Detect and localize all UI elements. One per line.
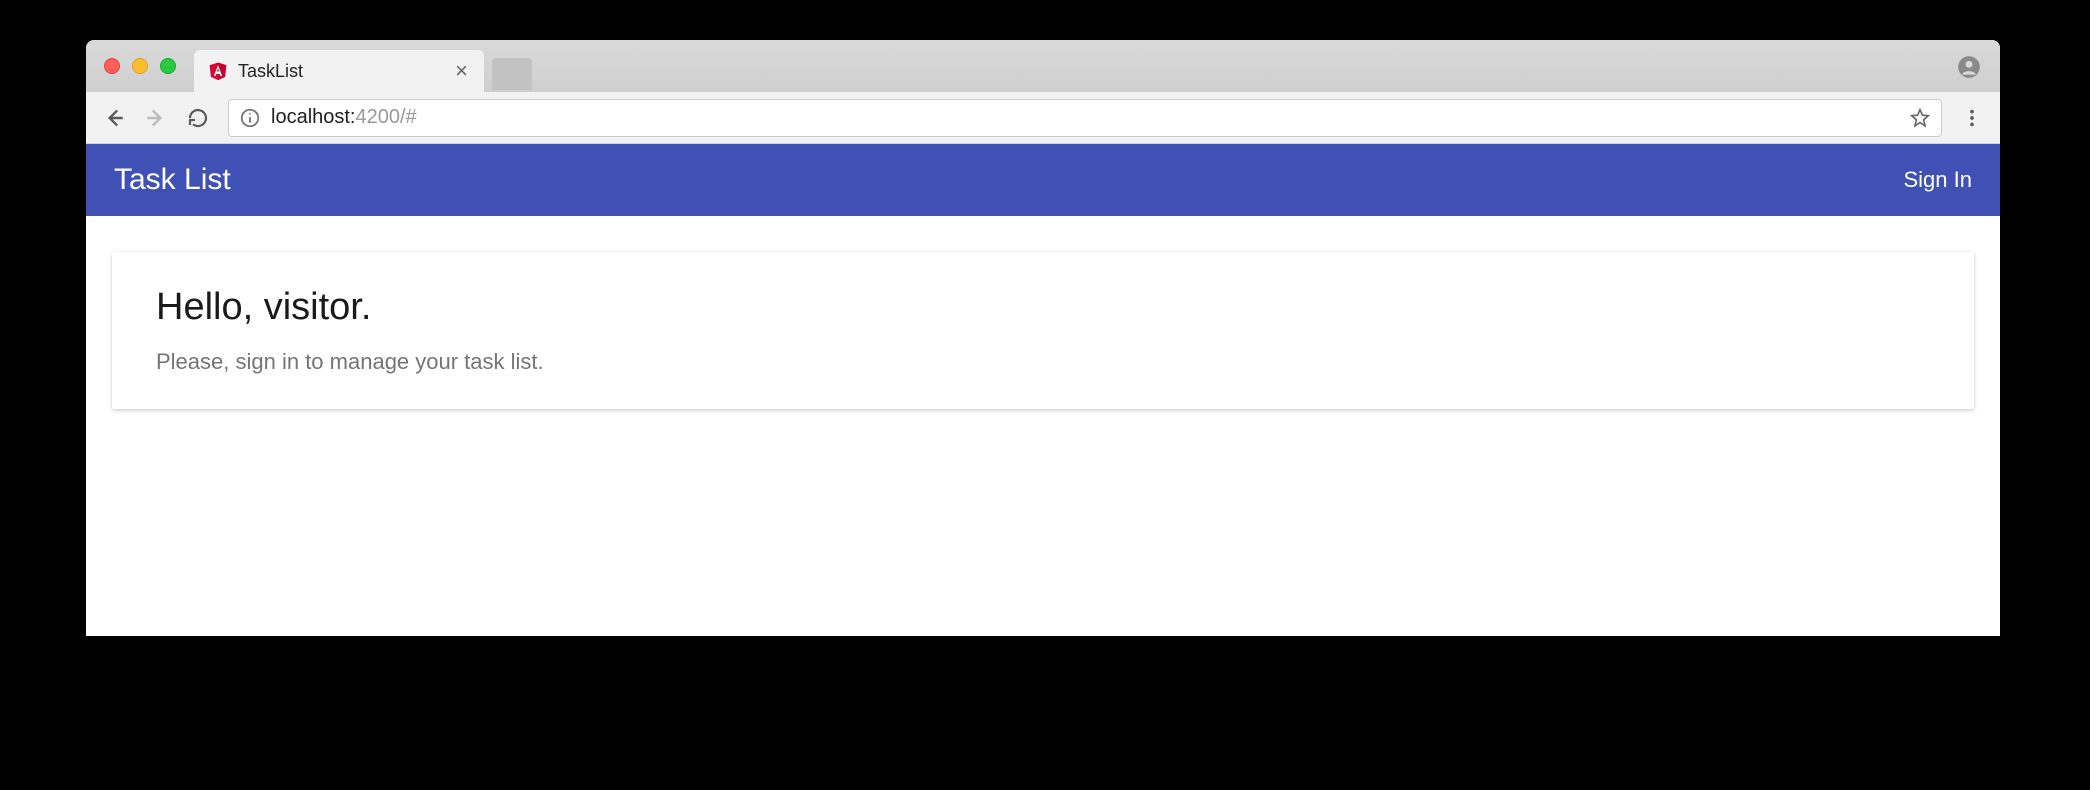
address-bar[interactable]: localhost:4200/# <box>228 99 1942 137</box>
welcome-heading: Hello, visitor. <box>156 286 1930 329</box>
welcome-body: Please, sign in to manage your task list… <box>156 349 1930 375</box>
new-tab-button[interactable] <box>492 58 532 90</box>
tab-bar: TaskList × <box>86 40 2000 92</box>
site-info-icon[interactable] <box>239 107 261 129</box>
app-title: Task List <box>114 163 231 197</box>
tab-title: TaskList <box>238 61 451 82</box>
browser-window: TaskList × <box>86 40 2000 636</box>
window-controls <box>104 58 176 74</box>
welcome-card: Hello, visitor. Please, sign in to manag… <box>112 252 1974 409</box>
angular-icon <box>208 61 228 81</box>
reload-button[interactable] <box>180 100 216 136</box>
close-window-button[interactable] <box>104 58 120 74</box>
forward-button[interactable] <box>138 100 174 136</box>
minimize-window-button[interactable] <box>132 58 148 74</box>
maximize-window-button[interactable] <box>160 58 176 74</box>
sign-in-button[interactable]: Sign In <box>1904 167 1973 193</box>
app-header: Task List Sign In <box>86 144 2000 216</box>
url-text: localhost:4200/# <box>271 106 417 129</box>
close-tab-icon[interactable]: × <box>451 58 472 84</box>
bookmark-icon[interactable] <box>1909 107 1931 129</box>
browser-tab[interactable]: TaskList × <box>194 50 484 92</box>
account-icon[interactable] <box>1956 54 1982 80</box>
page-viewport: Task List Sign In Hello, visitor. Please… <box>86 144 2000 636</box>
browser-menu-button[interactable] <box>1954 100 1990 136</box>
browser-toolbar: localhost:4200/# <box>86 92 2000 144</box>
back-button[interactable] <box>96 100 132 136</box>
